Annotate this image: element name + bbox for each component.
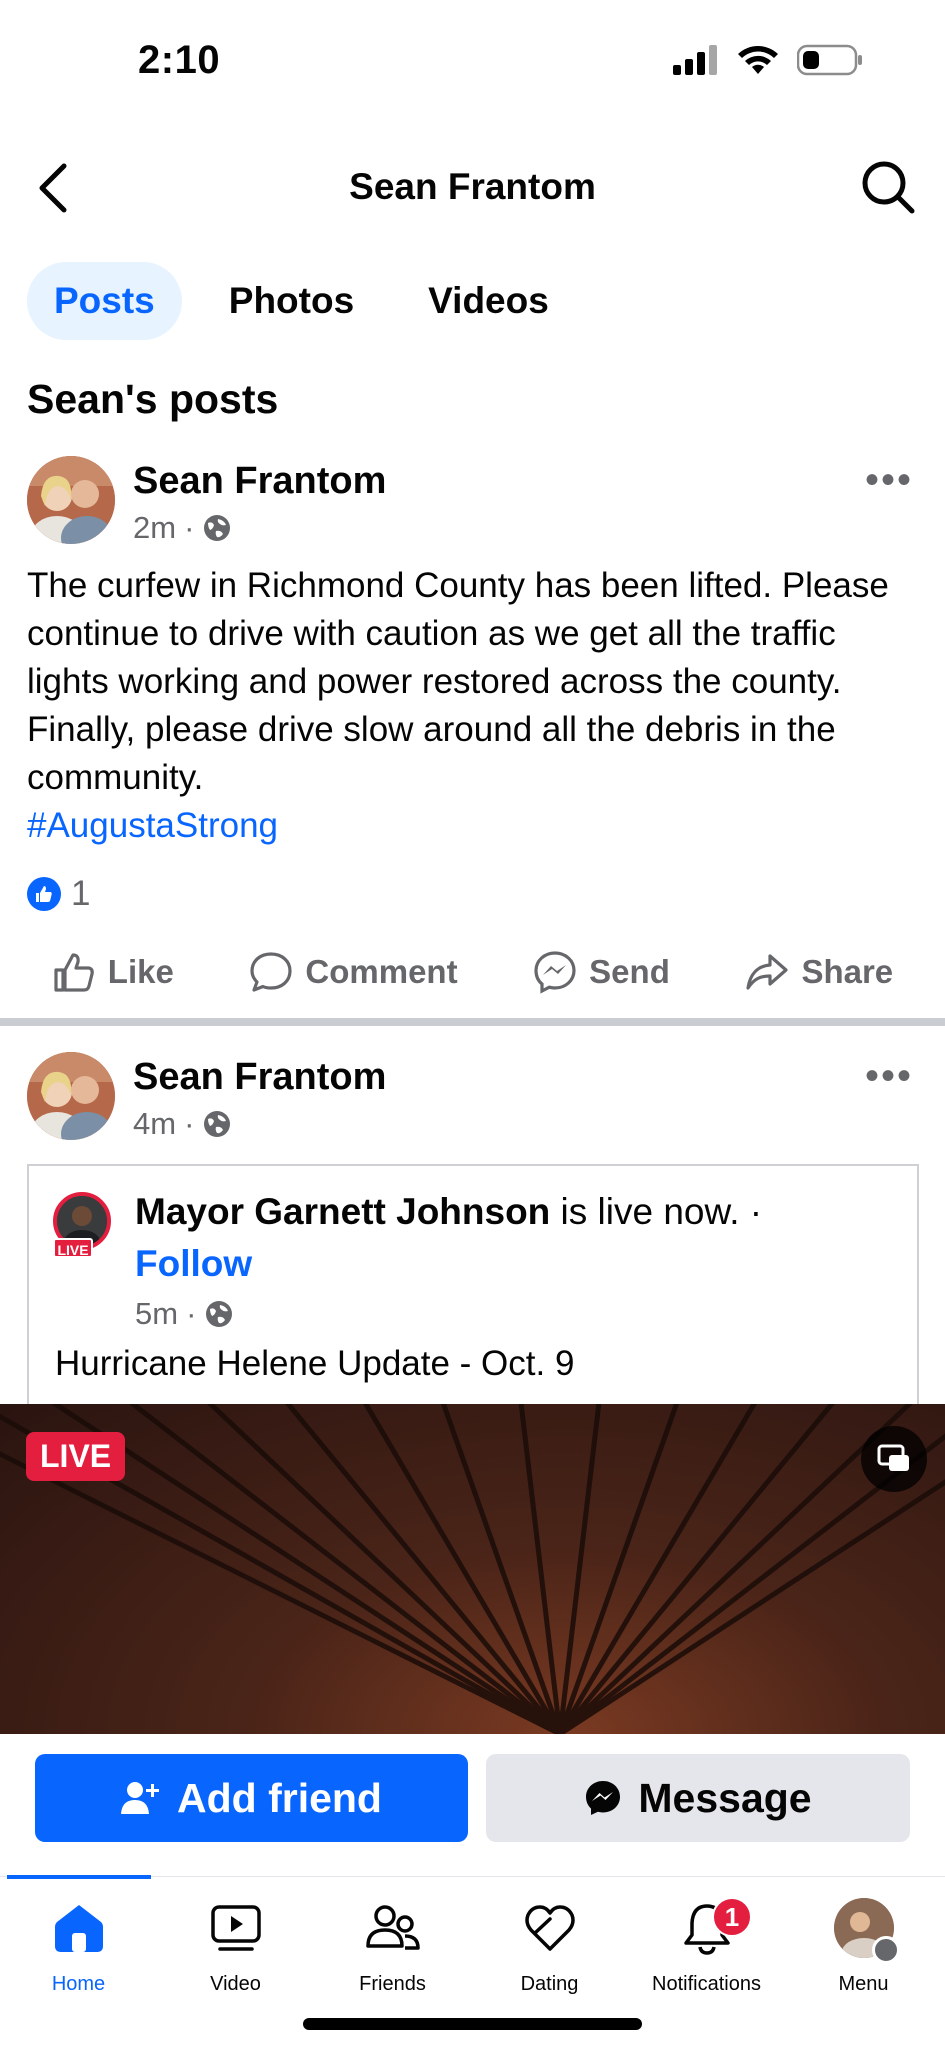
video-frame-icon [0,1404,945,1734]
like-label: Like [107,953,174,990]
post-text: The curfew in Richmond County has been l… [27,562,917,850]
profile-actions-bar: Add friend Message [0,1734,945,1876]
status-icons [673,44,863,76]
shared-live-post[interactable]: LIVE Mayor Garnett Johnson is live now. … [27,1164,919,1404]
home-icon [54,1905,103,1952]
post-author[interactable]: Sean Frantom [133,460,386,503]
post-actions: Like Comment Send Share [0,950,945,994]
shared-meta: 5m · [135,1296,234,1332]
home-indicator [303,2018,642,2030]
hashtag-link[interactable]: #AugustaStrong [27,802,917,850]
tab-home-label: Home [51,1973,106,1995]
tab-photos[interactable]: Photos [202,262,381,340]
add-friend-label: Add friend [177,1774,382,1821]
add-friend-button[interactable]: Add friend [35,1754,468,1842]
send-button[interactable]: Send [533,950,670,994]
post-separator [0,1018,945,1026]
globe-icon [204,1111,231,1137]
tab-friends-label: Friends [359,1973,426,1995]
menu-avatar [833,1898,900,1966]
cellular-signal-icon [673,45,717,75]
post-meta: 4m · [133,1106,232,1142]
page-title: Sean Frantom [349,166,596,207]
share-button[interactable]: Share [745,950,893,994]
tab-videos[interactable]: Videos [401,262,576,340]
share-label: Share [801,953,894,990]
search-icon[interactable] [859,158,917,216]
meta-separator: · [186,1296,197,1331]
globe-icon [206,1301,233,1327]
menu-lines-icon [871,1936,900,1964]
globe-icon [204,515,231,541]
like-reaction-icon [27,877,61,911]
tab-video[interactable]: Video [157,1897,314,1996]
meta-separator: · [184,1106,195,1141]
tab-notifications-label: Notifications [652,1973,761,1995]
notification-count-badge: 1 [712,1897,752,1937]
profile-tabs: Posts Photos Videos [27,262,576,340]
tab-menu[interactable]: Menu [785,1897,942,1996]
shared-time: 5m [135,1296,179,1331]
wifi-icon [738,46,778,74]
live-badge: LIVE [26,1432,126,1481]
share-icon [746,954,789,990]
profile-header: Sean Frantom [0,140,945,236]
message-label: Message [638,1774,812,1821]
friends-icon [365,1905,420,1950]
avatar-photo-icon [27,456,115,544]
post-meta: 2m · [133,510,232,546]
more-options-icon[interactable]: ••• [865,460,913,500]
status-time: 2:10 [138,38,221,82]
post-time: 4m [133,1106,177,1141]
reaction-summary[interactable]: 1 [27,874,90,914]
status-bar: 2:10 [0,0,945,120]
tab-menu-label: Menu [838,1973,889,1995]
meta-separator: · [184,510,195,545]
comment-button[interactable]: Comment [249,950,458,994]
messenger-icon [586,1781,621,1815]
tab-posts[interactable]: Posts [27,262,182,340]
video-icon [210,1905,261,1951]
shared-author[interactable]: Mayor Garnett Johnson [135,1191,550,1232]
shared-header: Mayor Garnett Johnson is live now. · Fol… [135,1186,895,1290]
live-status: is live now. · [550,1191,763,1232]
tab-dating-label: Dating [520,1973,579,1995]
post-author[interactable]: Sean Frantom [133,1056,386,1099]
comment-icon [250,952,293,992]
tab-friends[interactable]: Friends [314,1897,471,1996]
heart-icon [524,1905,575,1951]
thumbs-up-icon [54,953,94,992]
add-person-icon [121,1782,159,1814]
tab-video-label: Video [210,1973,261,1995]
picture-in-picture-button[interactable] [861,1426,927,1492]
send-label: Send [589,953,670,990]
active-tab-indicator [7,1875,151,1879]
live-video-title: Hurricane Helene Update - Oct. 9 [55,1344,575,1383]
like-button[interactable]: Like [52,950,174,994]
like-count: 1 [71,874,91,913]
messenger-icon [534,951,576,994]
avatar[interactable] [27,1052,115,1140]
post-body: The curfew in Richmond County has been l… [27,566,889,797]
more-options-icon[interactable]: ••• [865,1056,913,1096]
pip-icon [877,1444,909,1471]
post-time: 2m [133,510,177,545]
live-mini-badge: LIVE [53,1238,93,1258]
battery-icon [797,44,862,76]
live-video-player[interactable]: LIVE [0,1404,945,1734]
tab-notifications[interactable]: 1 Notifications [628,1897,785,1996]
tab-dating[interactable]: Dating [471,1897,628,1996]
section-title: Sean's posts [27,376,279,422]
avatar-photo-icon [27,1052,115,1140]
message-button[interactable]: Message [486,1754,910,1842]
comment-label: Comment [305,953,458,990]
tab-home[interactable]: Home [0,1897,157,1996]
follow-button[interactable]: Follow [135,1238,895,1290]
avatar[interactable] [27,456,115,544]
